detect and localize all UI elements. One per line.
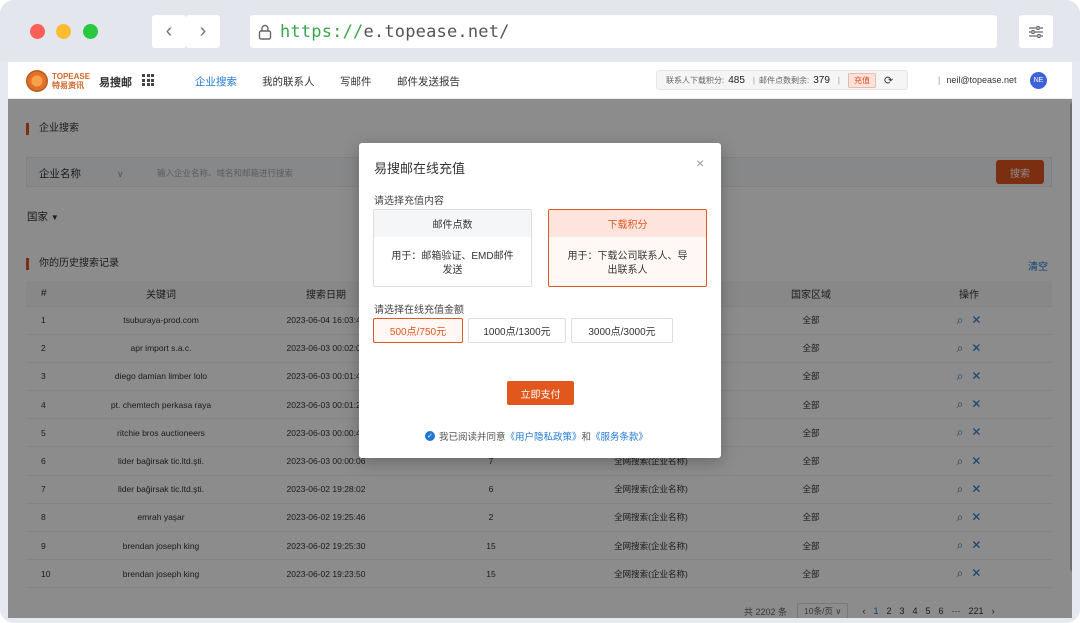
- nav-my-contacts[interactable]: 我的联系人: [262, 74, 315, 89]
- agree-and: 和: [581, 432, 592, 443]
- email-credits-label: 邮件点数剩余:: [759, 75, 810, 85]
- user-email-text: neil@topease.net: [946, 75, 1017, 85]
- apps-grid-icon[interactable]: [142, 74, 154, 86]
- close-icon[interactable]: ×: [696, 155, 704, 171]
- terms-link[interactable]: 《服务条款》: [591, 429, 648, 443]
- top-navigation: TOPEASE 特易资讯 易搜邮 企业搜索 我的联系人 写邮件 邮件发送报告 联系…: [8, 62, 1072, 99]
- option-email-points-title: 邮件点数: [374, 210, 531, 237]
- browser-chrome: ‹ › https://e.topease.net/: [0, 0, 1080, 62]
- chevron-right-icon: ›: [199, 20, 207, 42]
- refresh-icon[interactable]: ⟳: [884, 74, 893, 87]
- download-credits-label: 联系人下载积分:: [666, 75, 725, 85]
- recharge-modal: 易搜邮在线充值 × 请选择充值内容 邮件点数 用于：邮箱验证、EMD邮件发送 下…: [359, 143, 721, 458]
- logo-text-cn: 特易资讯: [52, 81, 84, 90]
- agreement: ✓ 我已阅读并同意 《用户隐私政策》 和 《服务条款》: [425, 429, 648, 443]
- browser-window: ‹ › https://e.topease.net/ TOPEASE 特易资讯 …: [0, 0, 1080, 623]
- amount-option-2[interactable]: 1000点/1300元: [468, 318, 566, 343]
- url-host: e.topease.net/: [363, 21, 510, 42]
- sliders-icon: [1029, 25, 1043, 38]
- maximize-window-dot[interactable]: [83, 24, 98, 39]
- recharge-button[interactable]: 充值: [848, 72, 876, 88]
- content-label: 请选择充值内容: [374, 196, 444, 207]
- agree-text: 我已阅读并同意: [439, 432, 506, 443]
- nav-company-search[interactable]: 企业搜索: [195, 74, 237, 89]
- privacy-policy-link[interactable]: 《用户隐私政策》: [506, 429, 582, 443]
- minimize-window-dot[interactable]: [56, 24, 71, 39]
- logo-mark-icon: [26, 70, 48, 92]
- email-credits-value: 379: [813, 74, 830, 86]
- option-download-credits-title: 下载积分: [549, 210, 706, 237]
- logo-text-en: TOPEASE: [52, 72, 91, 81]
- credits-panel: 联系人下载积分: 485 | 邮件点数剩余: 379 | 充值 ⟳: [656, 70, 908, 90]
- lock-icon: [258, 24, 272, 40]
- topease-logo[interactable]: TOPEASE 特易资讯: [26, 70, 90, 92]
- user-email: | neil@topease.net: [938, 75, 1017, 85]
- close-window-dot[interactable]: [30, 24, 45, 39]
- nav-send-report[interactable]: 邮件发送报告: [397, 74, 460, 89]
- modal-title: 易搜邮在线充值: [374, 161, 466, 176]
- url-scheme: https://: [280, 21, 364, 42]
- settings-button[interactable]: [1019, 15, 1053, 48]
- web-page: TOPEASE 特易资讯 易搜邮 企业搜索 我的联系人 写邮件 邮件发送报告 联系…: [8, 62, 1072, 618]
- chevron-left-icon: ‹: [165, 20, 173, 42]
- back-button[interactable]: ‹: [152, 15, 186, 48]
- download-credits-value: 485: [728, 74, 745, 86]
- brand-name: 易搜邮: [99, 77, 132, 89]
- avatar[interactable]: NE: [1030, 72, 1047, 89]
- pay-now-button[interactable]: 立即支付: [507, 381, 574, 405]
- option-download-credits[interactable]: 下载积分 用于：下载公司联系人、导出联系人: [548, 209, 707, 287]
- option-download-credits-desc: 用于：下载公司联系人、导出联系人: [549, 237, 706, 286]
- amount-label: 请选择在线充值金额: [374, 305, 464, 316]
- amount-option-3[interactable]: 3000点/3000元: [571, 318, 673, 343]
- forward-button[interactable]: ›: [186, 15, 220, 48]
- amount-option-1[interactable]: 500点/750元: [373, 318, 463, 343]
- url-text: https://e.topease.net/: [280, 22, 510, 42]
- option-email-points[interactable]: 邮件点数 用于：邮箱验证、EMD邮件发送: [373, 209, 532, 287]
- checkbox-checked-icon[interactable]: ✓: [425, 431, 435, 441]
- option-email-points-desc: 用于：邮箱验证、EMD邮件发送: [391, 251, 514, 276]
- nav-compose[interactable]: 写邮件: [340, 74, 372, 89]
- address-bar[interactable]: https://e.topease.net/: [250, 15, 997, 48]
